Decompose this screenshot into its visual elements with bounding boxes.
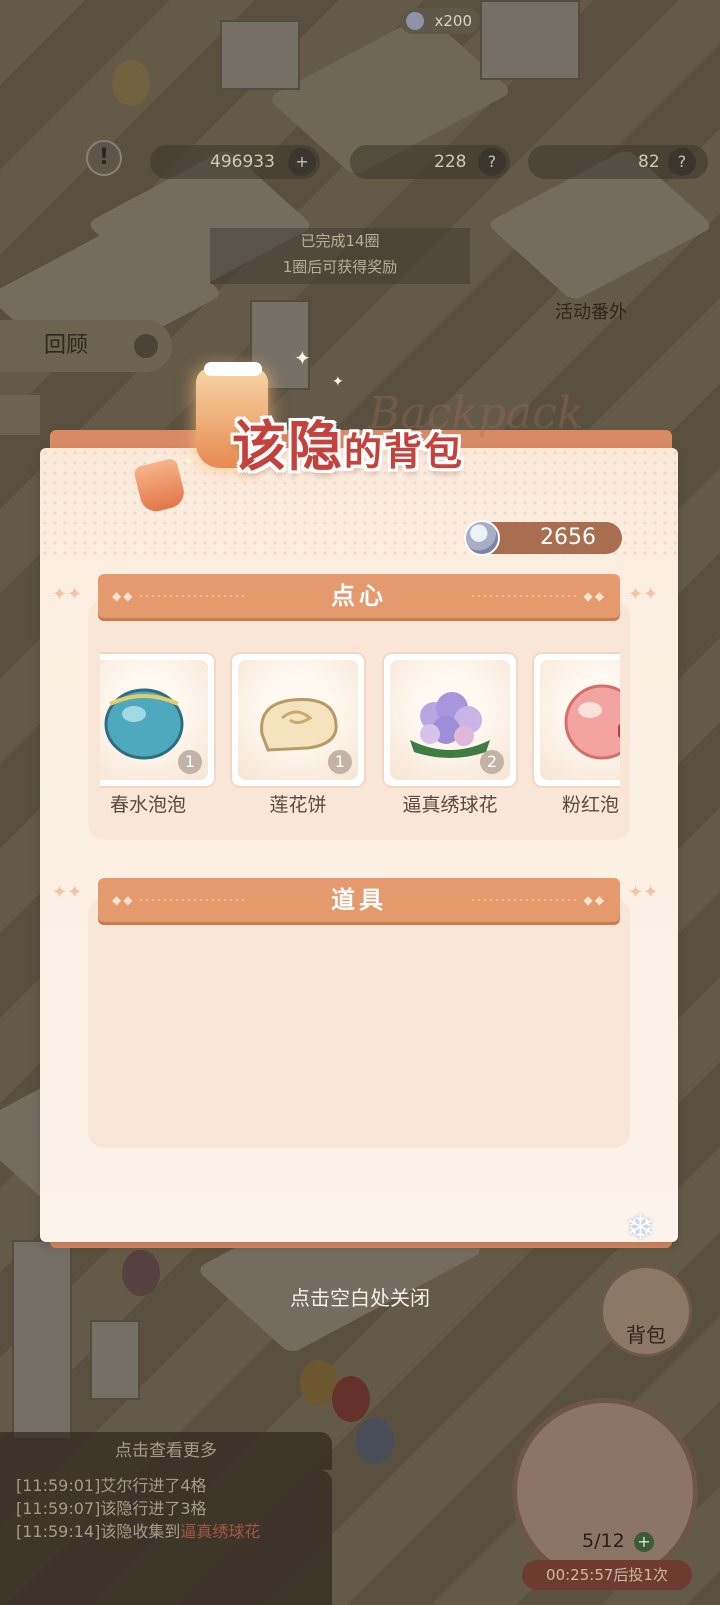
section-header-snacks: ◆◆ 点心 ◆◆: [98, 574, 620, 618]
star-decoration: ✦✦: [52, 882, 83, 903]
item-name: 莲花饼: [269, 794, 327, 816]
sparkle-icon: ✦: [294, 346, 311, 370]
log-line: [11:59:07]该隐行进了3格: [16, 1499, 207, 1518]
dialog-title: 该隐的背包: [232, 414, 465, 478]
gem-help-icon[interactable]: ?: [478, 148, 506, 176]
star-decoration: ✦✦: [628, 584, 659, 605]
backpack-button[interactable]: 背包: [600, 1265, 692, 1357]
sparkle-icon: ✦: [182, 454, 194, 470]
silver-coin-icon: [464, 520, 500, 556]
dice-timer: 00:25:57后投1次: [522, 1560, 692, 1590]
item-slot[interactable]: 1 春水泡泡: [100, 650, 216, 822]
section-header-props: ◆◆ 道具 ◆◆: [98, 878, 620, 922]
snack-item-list[interactable]: 1 春水泡泡 1 莲花饼 2 逼真绣球花 粉红泡: [100, 650, 620, 822]
item-count: 1: [328, 750, 352, 774]
pink-bubble-icon: [564, 684, 620, 760]
star-decoration: ✦✦: [52, 584, 83, 605]
star-decoration: ✦✦: [628, 882, 659, 903]
log-line: [11:59:14]该隐收集到逼真绣球花: [16, 1522, 261, 1541]
gem-counter: 228 ?: [350, 145, 510, 179]
snowflake-icon: ❄: [626, 1208, 655, 1248]
role-info-tab[interactable]: [0, 395, 40, 435]
gold-counter: 496933 +: [150, 145, 320, 179]
item-slot[interactable]: 粉红泡泡: [532, 650, 620, 822]
props-section: [88, 898, 630, 1148]
ticket-icon: [406, 12, 424, 30]
item-name: 春水泡泡: [109, 794, 186, 816]
token-help-icon[interactable]: ?: [668, 148, 696, 176]
log-more-button[interactable]: 点击查看更多: [0, 1432, 332, 1470]
item-count: 1: [178, 750, 202, 774]
roll-dice-button[interactable]: [512, 1398, 698, 1584]
close-hint[interactable]: 点击空白处关闭: [0, 1282, 720, 1311]
item-name: 粉红泡泡: [561, 794, 620, 816]
ticket-counter: x200: [400, 8, 480, 34]
alert-icon[interactable]: !: [86, 140, 122, 176]
review-button[interactable]: 回顾: [0, 320, 172, 372]
log-lines: [11:59:01]艾尔行进了4格 [11:59:07]该隐行进了3格 [11:…: [16, 1474, 260, 1543]
item-name: 逼真绣球花: [402, 794, 498, 816]
add-gold-button[interactable]: +: [288, 148, 316, 176]
log-line: [11:59:01]艾尔行进了4格: [16, 1476, 207, 1495]
round-progress-banner: 已完成14圈 1圈后可获得奖励: [210, 228, 470, 284]
item-slot[interactable]: 2 逼真绣球花: [382, 650, 518, 822]
item-count: 2: [480, 750, 504, 774]
event-log: 点击查看更多 [11:59:01]艾尔行进了4格 [11:59:07]该隐行进了…: [0, 1432, 332, 1605]
dice-count: 5/12: [582, 1530, 625, 1552]
play-icon: [134, 334, 158, 358]
token-counter: 82 ?: [528, 145, 708, 179]
add-dice-button[interactable]: +: [634, 1532, 654, 1552]
event-extra-button[interactable]: 活动番外: [555, 298, 627, 324]
sparkle-icon: ✦: [332, 374, 344, 390]
item-slot[interactable]: 1 莲花饼: [230, 650, 366, 822]
